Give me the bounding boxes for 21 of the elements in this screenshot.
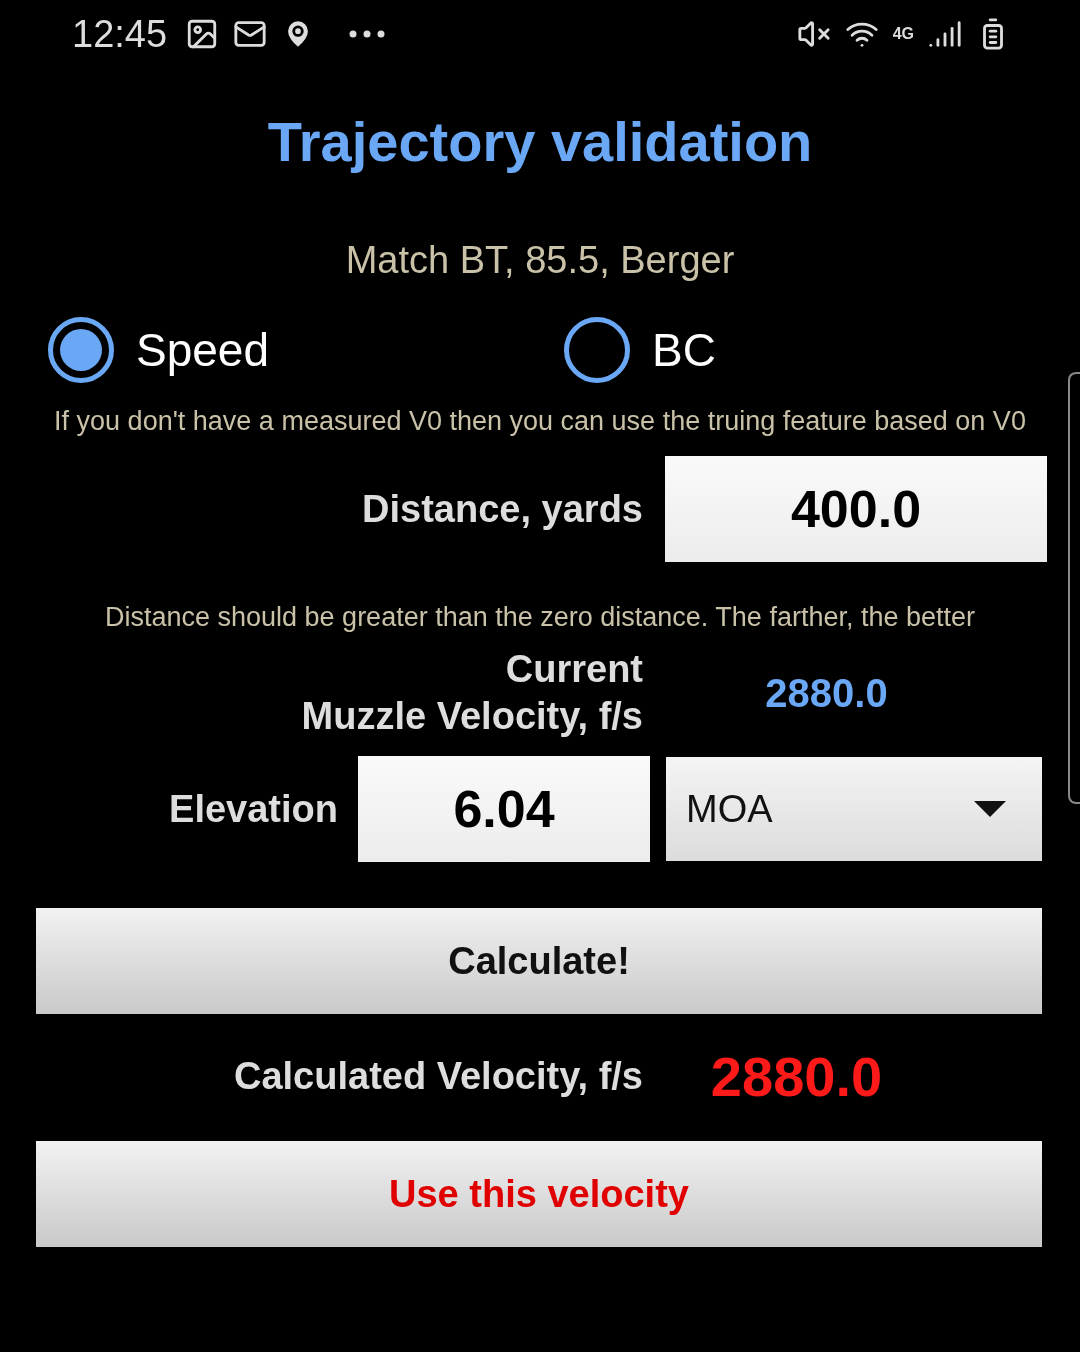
mode-radio[interactable]: BC [564,317,1080,383]
elevation-label: Elevation [168,786,338,832]
use-velocity-button[interactable]: Use this velocity [36,1141,1042,1247]
velocity-value: 2880.0 [764,670,889,716]
clock-time: 12:45 [72,12,168,56]
distance-label: Distance, yards [361,486,643,532]
network-type: 4G [892,25,914,43]
more-icon [349,30,386,38]
distance-field[interactable]: 400.0 [665,456,1047,562]
calculated-velocity-value: 2880.0 [709,1044,884,1109]
mode-radio[interactable]: Speed [48,317,564,383]
calculate-button[interactable]: Calculate! [36,908,1042,1014]
bullet-name: Match BT, 85.5, Berger [344,238,736,282]
unit-dropdown[interactable]: MOA [666,757,1042,861]
velocity-label: Current Muzzle Velocity, f/s [300,647,643,739]
calculated-velocity-label: Calculated Velocity, f/s [233,1054,643,1099]
elevation-field[interactable]: 6.04 [358,756,650,862]
distance-note: Distance should be greater than the zero distance. The farther, the better [103,601,976,634]
hint-text: If you don't have a measured V0 then you can use the truing feature based on V0 [53,405,1027,438]
screen-title: Trajectory validation [266,110,814,174]
dropdown-arrow-icon [974,801,1006,817]
